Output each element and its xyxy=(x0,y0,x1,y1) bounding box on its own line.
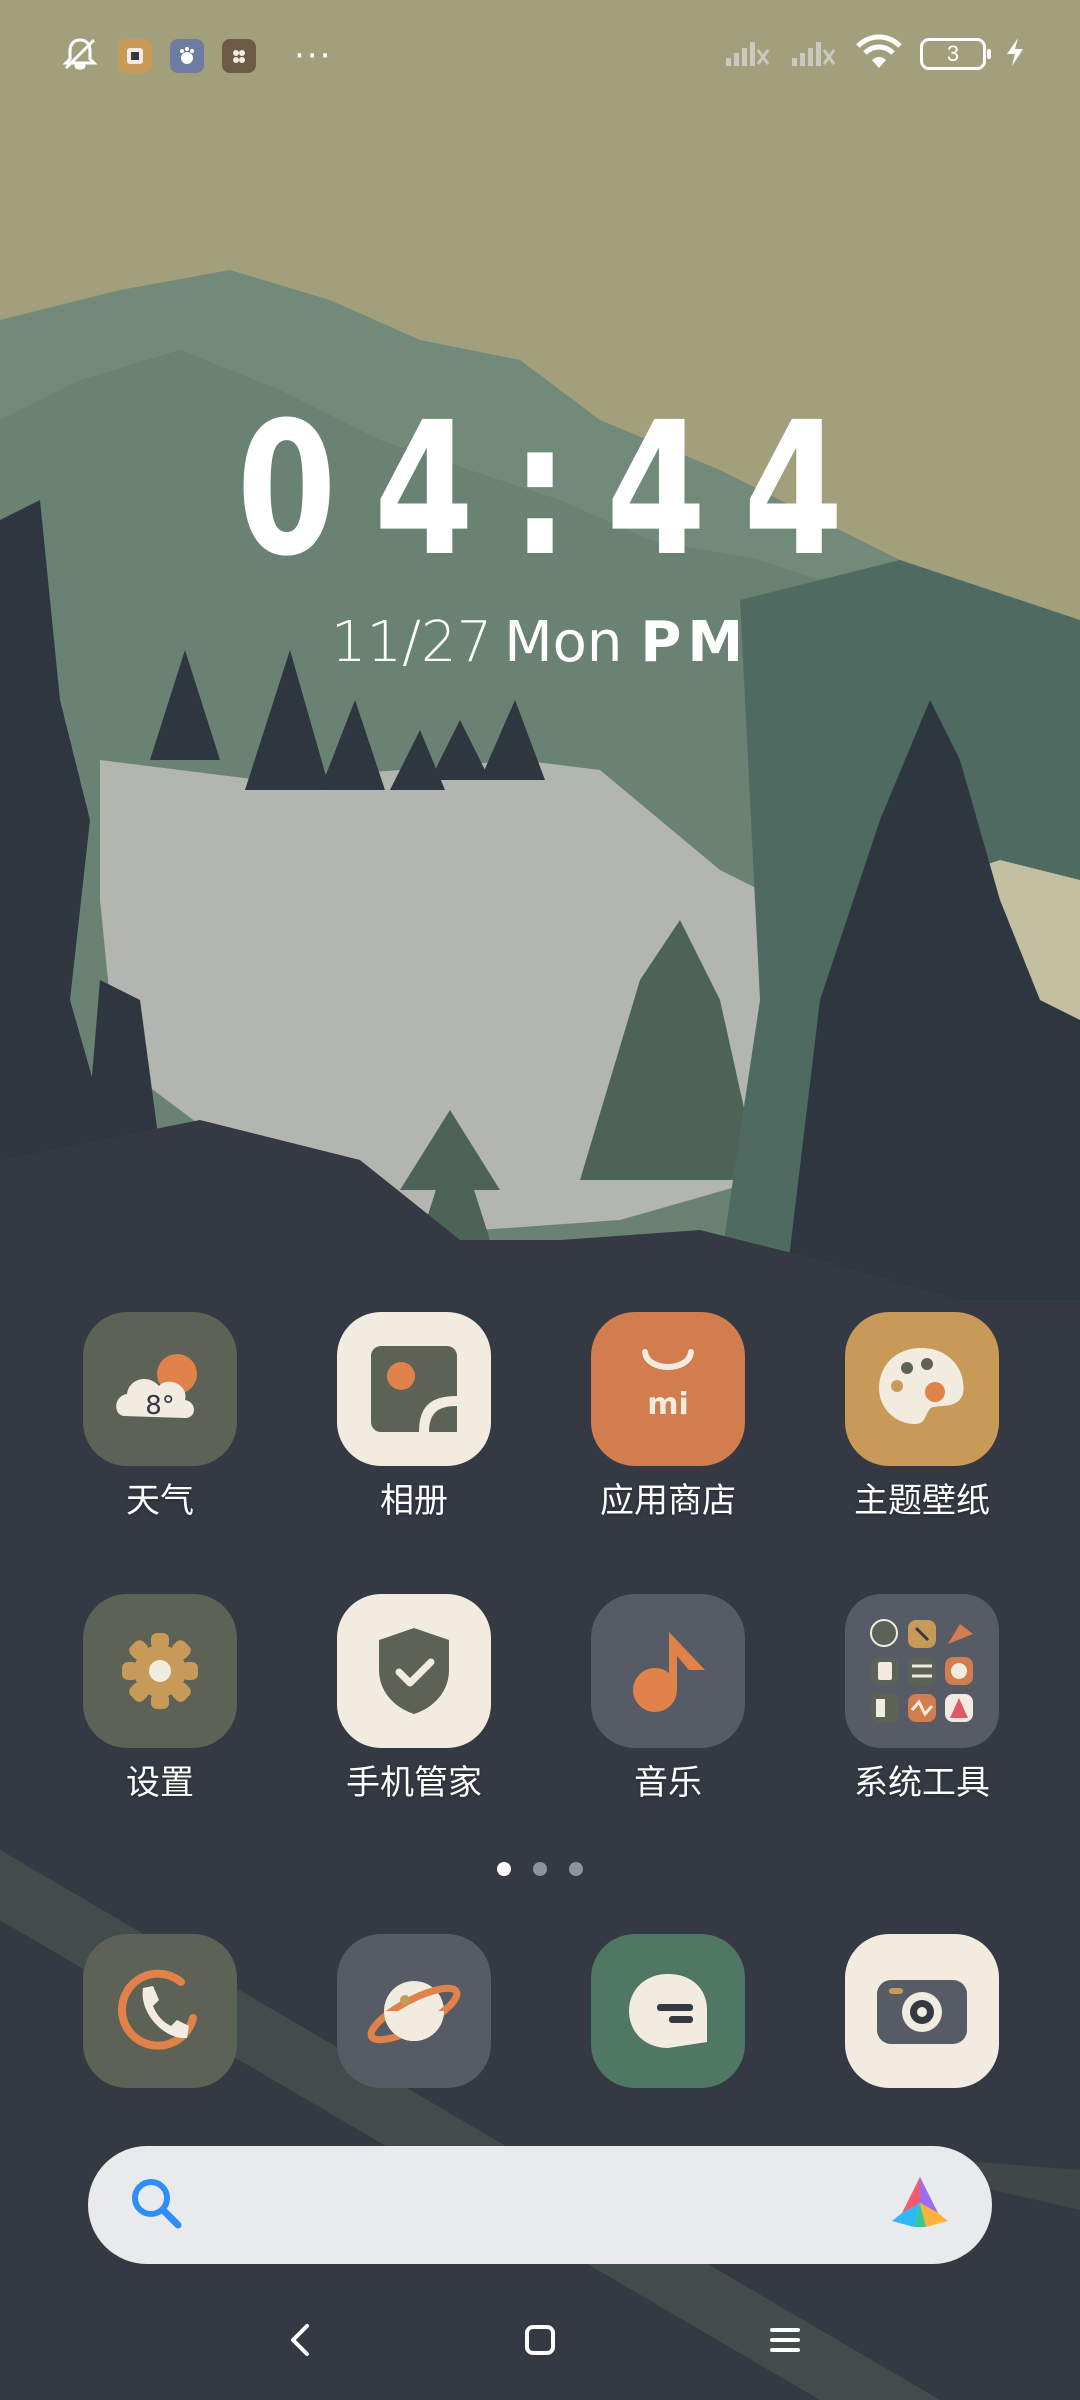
clock-date[interactable]: 11/27 Mon PM xyxy=(0,608,1080,678)
dock-messages[interactable] xyxy=(568,1934,768,2088)
recents-menu-icon[interactable] xyxy=(755,2310,815,2370)
app-label-app-store: 应用商店 xyxy=(600,1481,736,1521)
app-label-settings: 设置 xyxy=(126,1763,194,1803)
status-bar: ··· 3 xyxy=(0,0,1080,112)
notification-app-icon-3 xyxy=(222,39,256,73)
more-dots-icon: ··· xyxy=(294,36,333,76)
status-bar-left: ··· xyxy=(60,34,332,78)
page-dot-2[interactable] xyxy=(533,1862,547,1876)
bell-muted-icon xyxy=(60,34,100,78)
app-label-gallery: 相册 xyxy=(380,1481,448,1521)
charging-icon xyxy=(1004,36,1026,72)
security-shield-icon xyxy=(337,1594,491,1748)
app-store-icon: mi xyxy=(591,1312,745,1466)
app-store[interactable]: mi 应用商店 xyxy=(568,1312,768,1522)
app-themes[interactable]: 主题壁纸 xyxy=(822,1312,1022,1522)
system-tools-folder-icon xyxy=(845,1594,999,1748)
music-note-icon xyxy=(591,1594,745,1748)
app-label-themes: 主题壁纸 xyxy=(854,1481,990,1521)
search-bar[interactable] xyxy=(88,2146,992,2264)
clock-time[interactable]: 04:44 xyxy=(119,398,961,582)
date-weekday: Mon xyxy=(504,610,623,675)
search-input[interactable] xyxy=(208,2185,888,2225)
app-settings[interactable]: 设置 xyxy=(60,1594,260,1804)
navigation-bar xyxy=(0,2296,1080,2376)
app-system-tools-folder[interactable]: 系统工具 xyxy=(822,1594,1022,1804)
app-weather[interactable]: 8° 天气 xyxy=(60,1312,260,1522)
dock-browser[interactable] xyxy=(314,1934,514,2088)
weather-icon: 8° xyxy=(83,1312,237,1466)
settings-gear-icon xyxy=(83,1594,237,1748)
battery-icon: 3 xyxy=(920,38,991,70)
date-month-day: 11/27 xyxy=(330,610,493,675)
page-dot-3[interactable] xyxy=(569,1862,583,1876)
page-dot-1[interactable] xyxy=(497,1862,511,1876)
browser-planet-icon xyxy=(337,1934,491,2088)
weather-temp: 8° xyxy=(145,1391,175,1421)
dock-phone[interactable] xyxy=(60,1934,260,2088)
app-label-security: 手机管家 xyxy=(346,1763,482,1803)
home-icon[interactable] xyxy=(510,2310,570,2370)
app-label-music: 音乐 xyxy=(634,1763,702,1803)
app-music[interactable]: 音乐 xyxy=(568,1594,768,1804)
search-icon[interactable] xyxy=(128,2175,184,2235)
app-security[interactable]: 手机管家 xyxy=(314,1594,514,1804)
page-indicator[interactable] xyxy=(0,1862,1080,1876)
dock-camera[interactable] xyxy=(822,1934,1022,2088)
app-gallery[interactable]: 相册 xyxy=(314,1312,514,1522)
camera-icon xyxy=(845,1934,999,2088)
signal-1-icon xyxy=(724,36,772,72)
messages-icon xyxy=(591,1934,745,2088)
app-label-weather: 天气 xyxy=(126,1481,194,1521)
phone-icon xyxy=(83,1934,237,2088)
notification-app-icon-2 xyxy=(170,39,204,73)
notification-app-icon-1 xyxy=(118,39,152,73)
wifi-icon xyxy=(856,34,902,74)
signal-2-icon xyxy=(790,36,838,72)
app-label-system-tools: 系统工具 xyxy=(854,1763,990,1803)
ai-assistant-icon[interactable] xyxy=(888,2173,952,2237)
status-bar-right: 3 xyxy=(724,34,1026,74)
date-ampm: PM xyxy=(640,610,750,675)
back-icon[interactable] xyxy=(270,2310,330,2370)
app-store-mi-text: mi xyxy=(647,1387,689,1422)
theme-palette-icon xyxy=(845,1312,999,1466)
gallery-icon xyxy=(337,1312,491,1466)
